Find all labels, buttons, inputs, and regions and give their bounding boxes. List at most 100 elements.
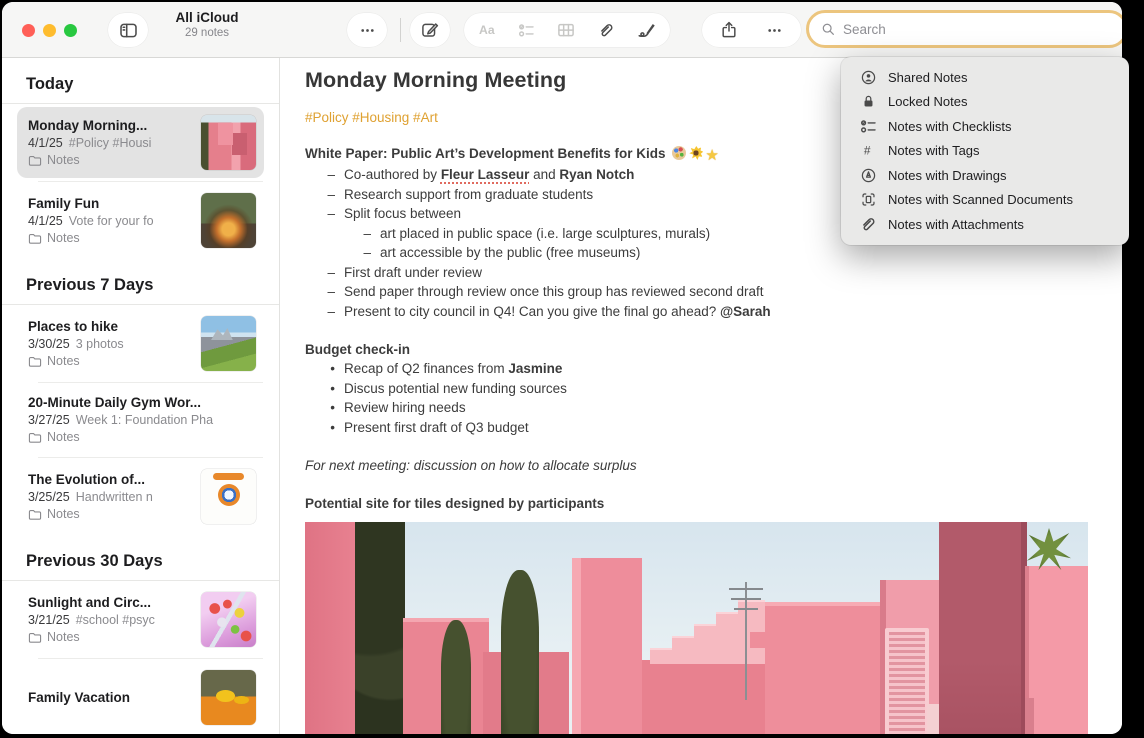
note-list-line: –Send paper through review once this gro… (305, 282, 1088, 302)
menu-item-label: Shared Notes (888, 70, 968, 85)
note-item-snippet: Week 1: Foundation Pha (76, 413, 213, 427)
note-item-date: 3/21/25 (28, 613, 70, 627)
search-icon (821, 22, 836, 37)
note-item-date: 4/1/25 (28, 136, 63, 150)
folder-icon (28, 631, 42, 644)
note-list-item[interactable]: Family Fun4/1/25Vote for your foNotes (17, 185, 264, 256)
lock-icon (859, 94, 877, 109)
note-item-snippet: 3 photos (76, 337, 124, 351)
drawing-icon (859, 168, 877, 183)
note-item-meta: 4/1/25#Policy #Housi (28, 135, 193, 152)
folder-name: Notes (47, 429, 80, 446)
pink-building-photo[interactable] (305, 522, 1088, 734)
note-item-title: Places to hike (28, 318, 193, 336)
text: Potential site for tiles designed by par… (305, 496, 604, 511)
search-input[interactable] (841, 21, 1045, 38)
toolbar: All iCloud 29 notes Aa (2, 2, 1122, 58)
folder-icon (28, 232, 42, 245)
note-item-meta: 4/1/25Vote for your fo (28, 213, 193, 230)
text: art placed in public space (i.e. large s… (380, 226, 710, 241)
menu-item-notes-with-tags[interactable]: #Notes with Tags (841, 139, 1129, 164)
folder-name: Notes (47, 353, 80, 370)
molecule-thumb (201, 592, 256, 647)
note-item-meta: 3/27/25Week 1: Foundation Pha (28, 412, 256, 429)
note-item-title: Family Vacation (28, 689, 193, 707)
toolbar-group-format: Aa (464, 13, 670, 47)
note-list-item[interactable]: Family Vacation (17, 662, 264, 733)
row-divider (38, 658, 263, 659)
family-photo-thumb (201, 193, 256, 248)
row-divider (38, 382, 263, 383)
line-text: Research support from graduate students (344, 185, 593, 205)
menu-item-shared-notes[interactable]: Shared Notes (841, 65, 1129, 90)
shutter-window-art (885, 628, 929, 734)
menu-item-label: Notes with Scanned Documents (888, 192, 1073, 207)
bold-text: Ryan Notch (559, 167, 634, 182)
note-list-item[interactable]: Sunlight and Circ...3/21/25#school #psyc… (17, 584, 264, 655)
menu-item-label: Notes with Attachments (888, 217, 1024, 232)
note-heading: Potential site for tiles designed by par… (305, 494, 1088, 513)
table-icon (557, 21, 575, 39)
note-item-folder: Notes (28, 230, 193, 247)
dash-marker: – (305, 243, 380, 263)
section-divider (2, 580, 279, 581)
checklist-icon (859, 118, 877, 135)
line-text: Split focus between (344, 204, 461, 224)
line-text: Recap of Q2 finances from Jasmine (344, 359, 562, 379)
menu-item-notes-with-checklists[interactable]: Notes with Checklists (841, 114, 1129, 139)
palm-art (1027, 528, 1071, 570)
zoom-window-button[interactable] (64, 24, 77, 37)
note-italic-line: For next meeting: discussion on how to a… (305, 456, 1088, 475)
bullet-marker: • (305, 379, 344, 399)
note-item-meta: 3/21/25#school #psyc (28, 612, 193, 629)
note-item-meta: 3/30/25 3 photos (28, 336, 193, 353)
text: Budget check-in (305, 342, 410, 357)
note-list-item[interactable]: Places to hike3/30/25 3 photos Notes (17, 308, 264, 379)
text: Present to city council in Q4! Can you g… (344, 304, 720, 319)
menu-item-notes-with-attachments[interactable]: Notes with Attachments (841, 212, 1129, 237)
note-list-item[interactable]: 20-Minute Daily Gym Wor...3/27/25Week 1:… (17, 386, 264, 454)
note-item-folder: Notes (28, 353, 193, 370)
folder-name: Notes (47, 506, 80, 523)
folder-icon (28, 508, 42, 521)
note-item-date: 3/30/25 (28, 337, 70, 351)
share-icon[interactable] (720, 21, 738, 39)
menu-item-notes-with-drawings[interactable]: Notes with Drawings (841, 163, 1129, 188)
note-item-title: Family Fun (28, 195, 193, 213)
note-item-snippet: Handwritten n (76, 490, 153, 504)
markup-icon[interactable] (637, 21, 656, 40)
menu-item-label: Notes with Drawings (888, 168, 1007, 183)
toolbar-title-block: All iCloud 29 notes (152, 10, 262, 40)
line-text: Send paper through review once this grou… (344, 282, 764, 302)
folder-icon (28, 431, 42, 444)
close-window-button[interactable] (22, 24, 35, 37)
palette-emoji (672, 146, 686, 160)
sketch-thumb (201, 469, 256, 524)
sidebar-toggle-icon (119, 21, 138, 40)
ellipsis-icon[interactable] (359, 22, 376, 39)
note-list-item[interactable]: The Evolution of...3/25/25Handwritten nN… (17, 461, 264, 532)
menu-item-notes-with-scanned-documents[interactable]: Notes with Scanned Documents (841, 188, 1129, 213)
note-list-line: •Present first draft of Q3 budget (305, 418, 1088, 438)
search-field[interactable] (806, 10, 1122, 48)
line-text: Present first draft of Q3 budget (344, 418, 529, 438)
note-item-folder: Notes (28, 629, 193, 646)
menu-item-label: Notes with Tags (888, 143, 980, 158)
note-list-item[interactable]: Monday Morning...4/1/25#Policy #HousiNot… (17, 107, 264, 178)
sidebar-toggle-button[interactable] (108, 13, 148, 47)
tree-art (355, 522, 405, 734)
minimize-window-button[interactable] (43, 24, 56, 37)
svg-text:Aa: Aa (479, 23, 495, 37)
note-item-title: 20-Minute Daily Gym Wor... (28, 394, 256, 412)
mountain-thumb (201, 316, 256, 371)
notes-list-sidebar: TodayMonday Morning...4/1/25#Policy #Hou… (2, 58, 280, 734)
attachment-icon[interactable] (597, 21, 615, 39)
menu-item-locked-notes[interactable]: Locked Notes (841, 90, 1129, 115)
note-item-title: The Evolution of... (28, 471, 193, 489)
dash-marker: – (305, 263, 344, 283)
dash-marker: – (305, 204, 344, 224)
note-item-folder: Notes (28, 506, 193, 523)
compose-icon[interactable] (421, 21, 439, 39)
ellipsis-icon[interactable] (766, 22, 783, 39)
text: Research support from graduate students (344, 187, 593, 202)
